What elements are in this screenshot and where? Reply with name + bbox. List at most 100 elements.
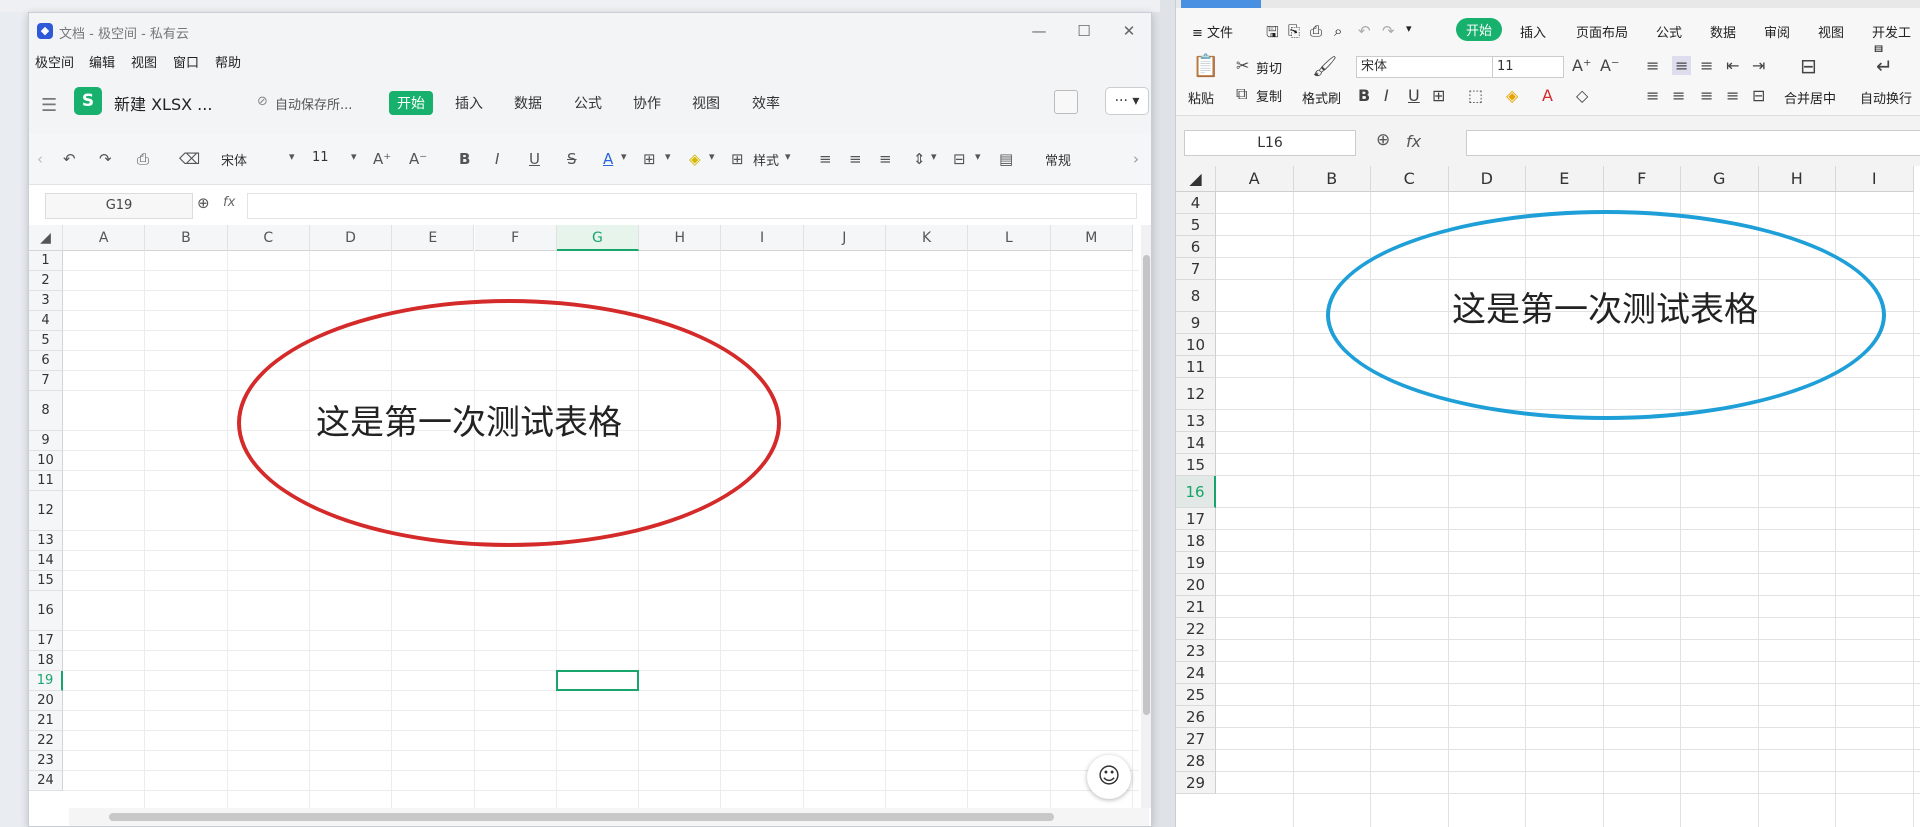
column-header[interactable]: C	[1371, 166, 1449, 192]
row-header[interactable]: 6	[29, 351, 63, 371]
row-header[interactable]: 19	[1176, 552, 1216, 574]
tab-efficiency[interactable]: 效率	[744, 91, 788, 115]
chevron-down-icon[interactable]: ▾	[931, 150, 937, 163]
more-options-button[interactable]: ··· ▾	[1105, 87, 1149, 115]
decrease-font-icon[interactable]: A⁻	[409, 150, 427, 168]
row-header[interactable]: 4	[1176, 192, 1216, 214]
bold-icon[interactable]: B	[459, 150, 470, 168]
row-header[interactable]: 25	[1176, 684, 1216, 706]
row-header[interactable]: 8	[29, 391, 63, 431]
horizontal-scrollbar[interactable]	[69, 808, 1149, 826]
align-right-icon[interactable]: ≡	[879, 150, 892, 168]
row-header[interactable]: 23	[29, 751, 63, 771]
row-header[interactable]: 10	[1176, 334, 1216, 356]
cell-style-label[interactable]: 样式	[753, 150, 779, 169]
row-header[interactable]: 4	[29, 311, 63, 331]
assistant-mascot-icon[interactable]: ☺	[1087, 755, 1131, 799]
menu-item-window[interactable]: 窗口	[173, 52, 199, 71]
row-header[interactable]: 23	[1176, 640, 1216, 662]
row-header[interactable]: 19	[29, 671, 63, 691]
fill-color-icon[interactable]: ◈	[1506, 86, 1518, 105]
column-header[interactable]: J	[803, 225, 886, 251]
hamburger-menu-icon[interactable]: ☰	[41, 95, 57, 116]
column-header[interactable]: D	[309, 225, 393, 251]
borders-icon[interactable]: ⊞	[1432, 86, 1445, 105]
row-header[interactable]: 24	[1176, 662, 1216, 684]
justify-icon[interactable]: ≡	[1726, 86, 1739, 105]
column-header[interactable]: E	[1526, 166, 1604, 192]
row-header[interactable]: 14	[1176, 432, 1216, 454]
align-left-icon[interactable]: ≡	[1646, 86, 1659, 105]
wrap-text-button[interactable]: 自动换行	[1860, 88, 1912, 107]
row-header[interactable]: 14	[29, 551, 63, 571]
row-header[interactable]: 27	[1176, 728, 1216, 750]
row-header[interactable]: 1	[29, 251, 63, 271]
row-header[interactable]: 22	[1176, 618, 1216, 640]
vertical-align-icon[interactable]: ⇕	[913, 150, 926, 168]
align-center-icon[interactable]: ≡	[1672, 86, 1685, 105]
tab-view[interactable]: 视图	[684, 91, 728, 115]
row-header[interactable]: 20	[1176, 574, 1216, 596]
borders-icon[interactable]: ⊞	[643, 150, 656, 168]
merge-cells-icon[interactable]: ⊟	[953, 150, 966, 168]
fx-icon[interactable]: fx	[1406, 132, 1421, 151]
chevron-down-icon[interactable]: ▾	[785, 150, 791, 163]
underline-icon[interactable]: U	[529, 150, 540, 168]
row-header[interactable]: 15	[1176, 454, 1216, 476]
row-header[interactable]: 10	[29, 451, 63, 471]
chevron-down-icon[interactable]: ▾	[709, 150, 715, 163]
menu-item-jikongjian[interactable]: 极空间	[35, 52, 74, 71]
column-header[interactable]: H	[1758, 166, 1836, 192]
row-header[interactable]: 18	[29, 651, 63, 671]
document-name[interactable]: 新建 XLSX ...	[114, 91, 212, 115]
copy-icon[interactable]: ⧉	[1236, 84, 1247, 104]
column-header[interactable]: K	[886, 225, 969, 251]
strikethrough-icon[interactable]: S	[567, 150, 577, 168]
row-header[interactable]: 17	[1176, 508, 1216, 530]
column-header[interactable]: F	[1603, 166, 1681, 192]
minimize-button[interactable]: —	[1019, 19, 1059, 43]
select-all-corner[interactable]: ◢	[29, 225, 63, 251]
column-header[interactable]: G	[1681, 166, 1759, 192]
tab-data[interactable]: 数据	[1710, 22, 1736, 41]
cut-icon[interactable]: ✂	[1236, 56, 1249, 75]
undo-icon[interactable]: ↶	[1358, 22, 1371, 40]
scroll-right-icon[interactable]: ›	[1133, 150, 1139, 168]
italic-icon[interactable]: I	[1384, 86, 1389, 105]
copy-button[interactable]: 复制	[1256, 86, 1282, 105]
select-all-corner[interactable]: ◢	[1176, 166, 1216, 192]
paste-icon[interactable]: 📋	[1192, 54, 1219, 79]
tab-formula[interactable]: 公式	[1656, 22, 1682, 41]
row-header[interactable]: 11	[1176, 356, 1216, 378]
chevron-down-icon[interactable]: ▾	[351, 150, 357, 163]
underline-icon[interactable]: U	[1408, 86, 1420, 105]
title-bar[interactable]: ◆ 文档 - 极空间 - 私有云 — ☐ ✕	[29, 13, 1151, 49]
align-center-icon[interactable]: ≡	[849, 150, 862, 168]
align-bottom-icon[interactable]: ≡	[1700, 56, 1713, 75]
row-header[interactable]: 20	[29, 691, 63, 711]
chevron-down-icon[interactable]: ▾	[975, 150, 981, 163]
tab-view[interactable]: 视图	[1818, 22, 1844, 41]
column-header[interactable]: A	[1216, 166, 1294, 192]
row-header[interactable]: 5	[29, 331, 63, 351]
clear-icon[interactable]: ◇	[1576, 86, 1588, 105]
font-color-icon[interactable]: A	[603, 150, 613, 168]
undo-icon[interactable]: ↶	[63, 150, 76, 168]
chevron-down-icon[interactable]: ▾	[289, 150, 295, 163]
vertical-scrollbar[interactable]	[1141, 225, 1151, 808]
row-header[interactable]: 13	[1176, 410, 1216, 432]
tab-insert[interactable]: 插入	[447, 91, 491, 115]
row-header[interactable]: 26	[1176, 706, 1216, 728]
column-header[interactable]: M	[1050, 225, 1133, 251]
font-family-select[interactable]: 宋体	[221, 150, 247, 169]
row-header[interactable]: 22	[29, 731, 63, 751]
spreadsheet-grid[interactable]: ◢ ABCDEFGHI 4 5 6 7 8 9 10 11 12 13 14 15 16 17 18 19 20…	[1176, 166, 1920, 827]
clear-format-icon[interactable]: ⌫	[179, 150, 200, 168]
row-header[interactable]: 21	[29, 711, 63, 731]
user-avatar[interactable]	[1054, 90, 1078, 114]
column-header[interactable]: F	[474, 225, 557, 251]
row-header[interactable]: 8	[1176, 280, 1216, 312]
row-header[interactable]: 21	[1176, 596, 1216, 618]
column-header[interactable]: I	[721, 225, 804, 251]
row-header[interactable]: 16	[1176, 476, 1216, 508]
